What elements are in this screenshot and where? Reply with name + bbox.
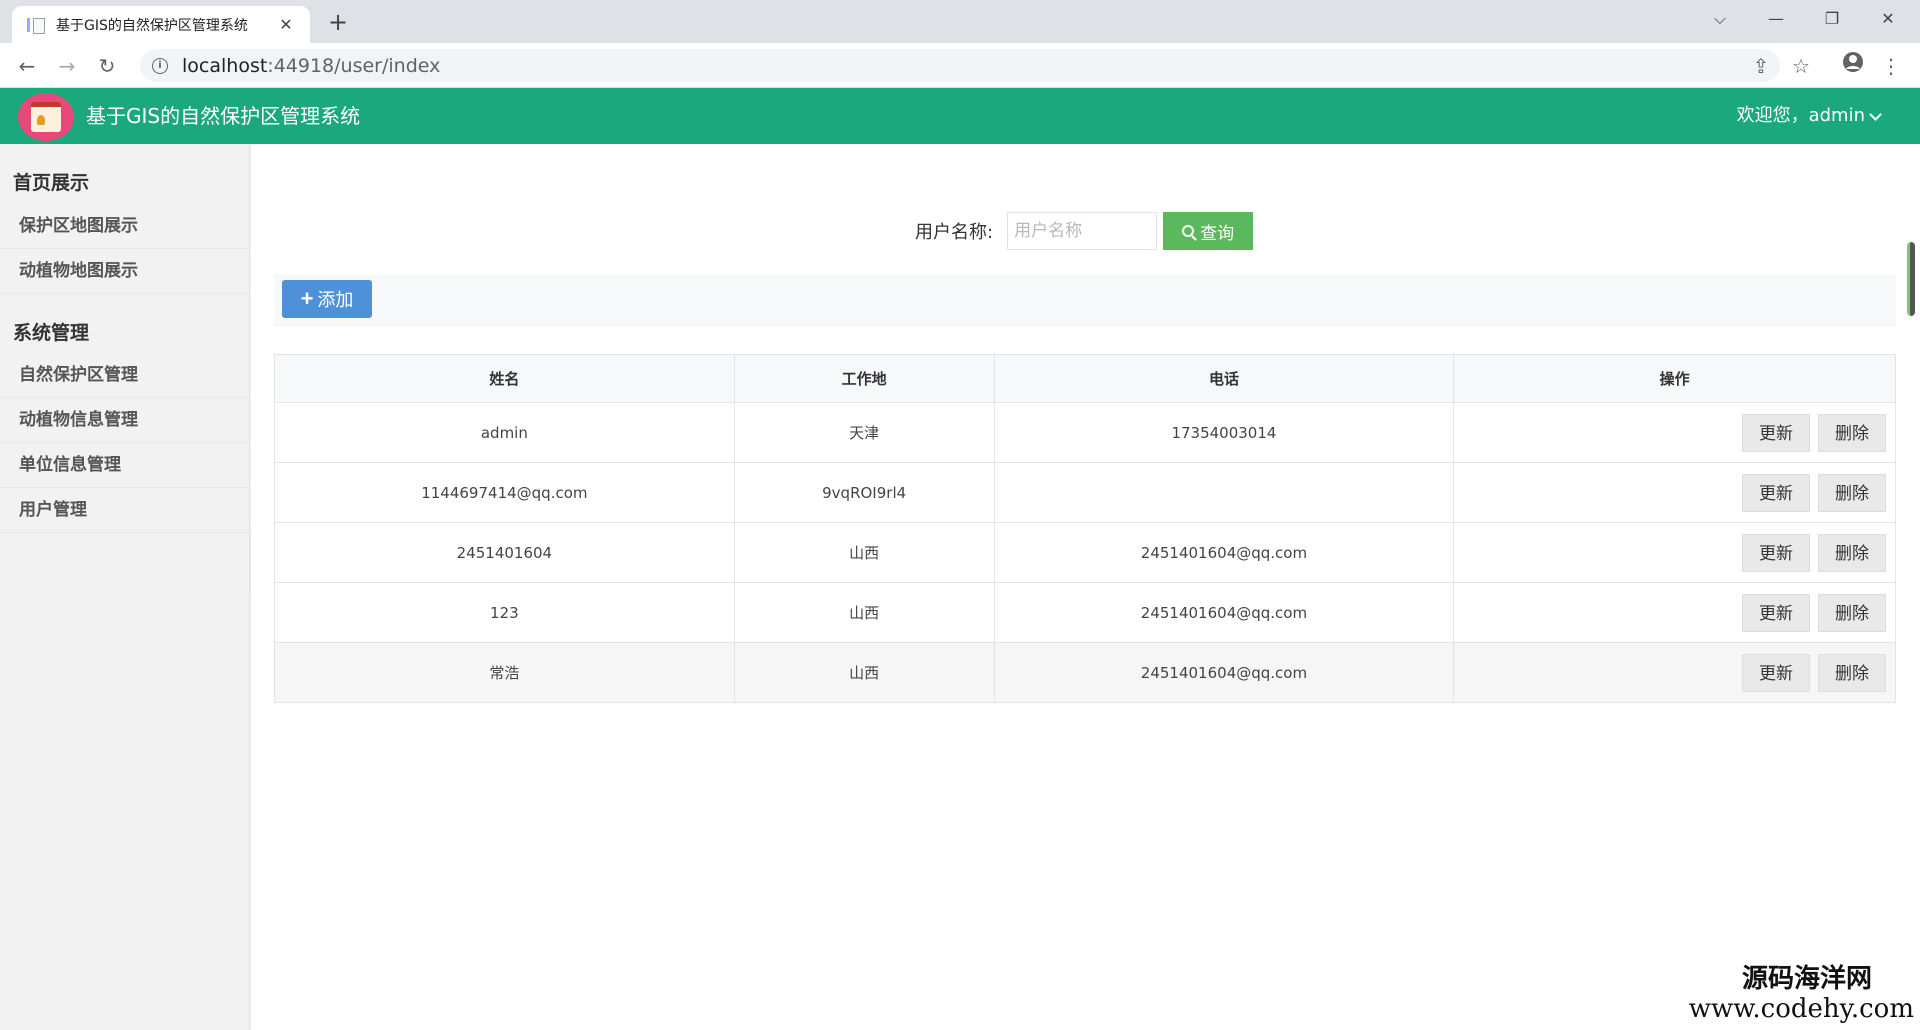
user-menu[interactable]: 欢迎您，admin: [1736, 102, 1882, 130]
column-header-actions: 操作: [1453, 354, 1896, 403]
update-button[interactable]: 更新: [1742, 473, 1810, 512]
browser-menu-icon[interactable]: ⋮: [1876, 51, 1906, 81]
browser-tab[interactable]: 基于GIS的自然保护区管理系统 ✕: [12, 6, 310, 43]
plus-icon: +: [300, 286, 314, 311]
watermark-title: 源码海洋网: [1741, 964, 1872, 994]
watermark-url: www.codehy.com: [1688, 994, 1914, 1024]
username-search-input[interactable]: [1007, 212, 1158, 250]
bookmark-star-icon[interactable]: ☆: [1786, 51, 1816, 81]
update-button[interactable]: 更新: [1742, 593, 1810, 632]
search-icon: [1182, 225, 1195, 237]
address-bar[interactable]: i localhost:44918/user/index: [140, 49, 1780, 82]
cell-actions: 更新 删除: [1453, 642, 1896, 703]
cell-phone: [993, 462, 1455, 523]
sidebar-item-reserve-management[interactable]: 自然保护区管理: [0, 353, 249, 398]
table-row: 2451401604 山西 2451401604@qq.com 更新 删除: [274, 522, 1896, 583]
restore-icon[interactable]: ❐: [1812, 6, 1852, 32]
reload-icon[interactable]: ↻: [92, 51, 122, 81]
cell-actions: 更新 删除: [1453, 402, 1896, 463]
delete-button[interactable]: 删除: [1818, 473, 1886, 512]
logo-id-card-icon: [31, 102, 61, 132]
cell-name: 2451401604: [274, 522, 735, 583]
cell-name: 1144697414@qq.com: [274, 462, 735, 523]
app-header: 基于GIS的自然保护区管理系统 欢迎您，admin: [0, 88, 1920, 144]
forward-icon[interactable]: →: [52, 51, 82, 81]
cell-name: 123: [274, 582, 735, 643]
table-row: admin 天津 17354003014 更新 删除: [274, 402, 1896, 463]
action-bar: + 添加: [274, 274, 1896, 326]
table-row: 常浩 山西 2451401604@qq.com 更新 删除: [274, 642, 1896, 703]
minimize-icon[interactable]: —: [1756, 6, 1796, 32]
app-title: 基于GIS的自然保护区管理系统: [86, 104, 361, 128]
cell-actions: 更新 删除: [1453, 522, 1896, 583]
query-button-label: 查询: [1200, 223, 1235, 243]
window-close-icon[interactable]: ✕: [1868, 6, 1908, 32]
table-row: 1144697414@qq.com 9vqROI9rl4 更新 删除: [274, 462, 1896, 523]
table-header-row: 姓名 工作地 电话 操作: [274, 354, 1896, 403]
back-icon[interactable]: ←: [12, 51, 42, 81]
nav-group-home[interactable]: 首页展示: [0, 144, 249, 204]
update-button[interactable]: 更新: [1742, 413, 1810, 452]
cell-workplace: 山西: [733, 582, 995, 643]
cell-actions: 更新 删除: [1453, 582, 1896, 643]
update-button[interactable]: 更新: [1742, 653, 1810, 692]
chevron-down-icon: [1869, 107, 1882, 121]
cell-name: 常浩: [274, 642, 735, 703]
cell-phone: 2451401604@qq.com: [993, 582, 1455, 643]
column-header-phone: 电话: [993, 354, 1455, 403]
query-button[interactable]: 查询: [1163, 212, 1254, 250]
delete-button[interactable]: 删除: [1818, 533, 1886, 572]
browser-toolbar: ← → ↻ i localhost:44918/user/index ⇪ ☆ ⋮: [0, 43, 1920, 88]
nav-group-system[interactable]: 系统管理: [0, 294, 249, 353]
main-content: 用户名称: 查询 + 添加 姓名 工作地 电话 操作 admin 天津: [251, 144, 1920, 1030]
delete-button[interactable]: 删除: [1818, 653, 1886, 692]
column-header-name: 姓名: [274, 354, 735, 403]
sidebar-item-unit-management[interactable]: 单位信息管理: [0, 443, 249, 488]
share-icon[interactable]: ⇪: [1746, 51, 1776, 81]
sidebar: 首页展示 保护区地图展示 动植物地图展示 系统管理 自然保护区管理 动植物信息管…: [0, 144, 250, 1030]
page-favicon-icon: [26, 16, 45, 34]
column-header-workplace: 工作地: [733, 354, 995, 403]
browser-tabstrip: 基于GIS的自然保护区管理系统 ✕ + ⌵ — ❐ ✕: [0, 0, 1920, 43]
page-scrollbar[interactable]: [1907, 242, 1915, 316]
url-text: localhost:44918/user/index: [182, 54, 441, 77]
sidebar-item-user-management[interactable]: 用户管理: [0, 488, 249, 533]
add-button-label: 添加: [317, 290, 354, 310]
sidebar-item-reserve-map[interactable]: 保护区地图展示: [0, 204, 249, 249]
tab-search-icon[interactable]: ⌵: [1700, 6, 1740, 32]
cell-workplace: 9vqROI9rl4: [733, 462, 995, 523]
cell-name: admin: [274, 402, 735, 463]
cell-workplace: 山西: [733, 642, 995, 703]
profile-icon-graphic: [1843, 52, 1863, 72]
update-button[interactable]: 更新: [1742, 533, 1810, 572]
table-row: 123 山西 2451401604@qq.com 更新 删除: [274, 582, 1896, 643]
watermark: 源码海洋网 www.codehy.com: [1689, 964, 1914, 1024]
cell-workplace: 天津: [733, 402, 995, 463]
cell-phone: 2451401604@qq.com: [993, 522, 1455, 583]
search-form: 用户名称: 查询: [915, 212, 1254, 250]
search-label: 用户名称:: [915, 222, 994, 243]
new-tab-icon[interactable]: +: [324, 8, 352, 36]
app-logo: [18, 93, 74, 141]
sidebar-item-species-management[interactable]: 动植物信息管理: [0, 398, 249, 443]
welcome-text: 欢迎您，admin: [1736, 105, 1865, 126]
cell-actions: 更新 删除: [1453, 462, 1896, 523]
profile-avatar-icon[interactable]: [1838, 51, 1868, 81]
sidebar-item-species-map[interactable]: 动植物地图展示: [0, 249, 249, 294]
delete-button[interactable]: 删除: [1818, 413, 1886, 452]
close-tab-icon[interactable]: ✕: [276, 15, 296, 34]
site-info-icon[interactable]: i: [152, 57, 168, 74]
cell-workplace: 山西: [733, 522, 995, 583]
delete-button[interactable]: 删除: [1818, 593, 1886, 632]
add-button[interactable]: + 添加: [282, 280, 372, 318]
cell-phone: 17354003014: [993, 402, 1455, 463]
user-table: 姓名 工作地 电话 操作 admin 天津 17354003014 更新 删除 1…: [274, 354, 1896, 703]
tab-title: 基于GIS的自然保护区管理系统: [56, 17, 248, 34]
cell-phone: 2451401604@qq.com: [993, 642, 1455, 703]
